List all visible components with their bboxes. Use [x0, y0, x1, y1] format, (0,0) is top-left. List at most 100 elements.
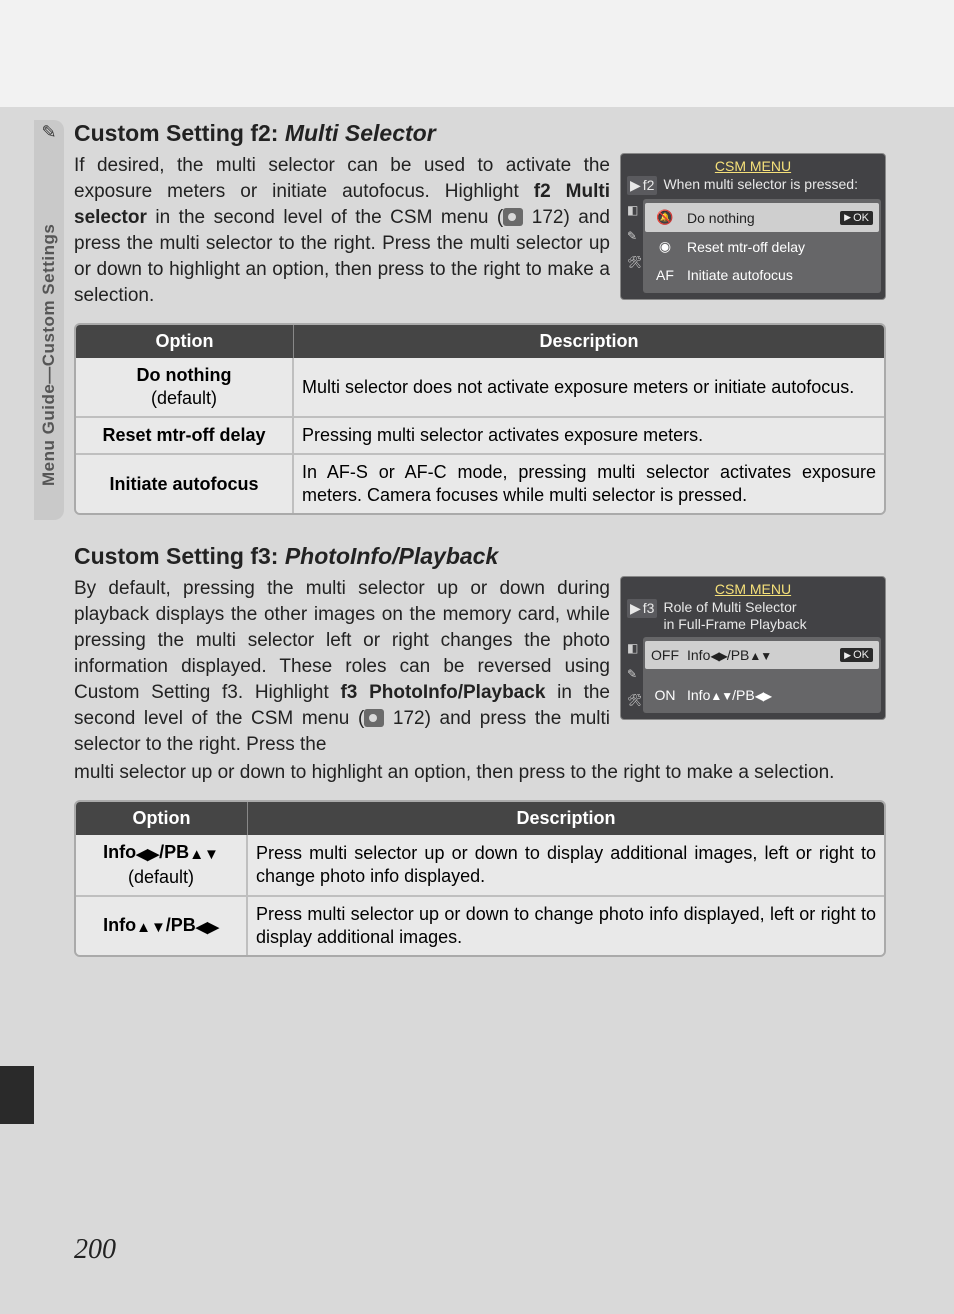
cell-description: Pressing multi selector activates exposu… [294, 416, 884, 453]
text: Role of Multi Selector [663, 599, 796, 615]
lcd-side-icons: ◧ ✎ 🛠 [627, 637, 643, 707]
lcd-row-reset: ◉ Reset mtr-off delay [645, 232, 879, 261]
lcd-tag: ▶f3 [627, 599, 657, 618]
lcd-row-code: ON [651, 687, 679, 703]
option-sub: (default) [84, 387, 284, 410]
lcd-subtitle: ▶f2 When multi selector is pressed: [625, 176, 881, 199]
table-row: Info◀▶/PB▲▼ (default) Press multi select… [76, 835, 884, 895]
lcd-row-label: Info◀▶/PB▲▼ [687, 647, 771, 663]
section-tab: ✎ Menu Guide—Custom Settings [34, 120, 64, 520]
arrows-icon: ◀▶ [196, 916, 219, 939]
option-main: Reset mtr-off delay [84, 424, 284, 447]
text: Info [103, 842, 136, 862]
lcd-row-label: Do nothing [687, 210, 755, 226]
lcd-row-do-nothing: 🔕 Do nothing OK [645, 203, 879, 232]
lcd-subtitle: ▶f3 Role of Multi Selector in Full-Frame… [625, 599, 881, 637]
lcd-subtitle-text: When multi selector is pressed: [663, 176, 858, 193]
table-row: Info▲▼/PB◀▶ Press multi selector up or d… [76, 895, 884, 955]
th-option: Option [76, 802, 248, 835]
lcd-preview-f3: CSM MENU ▶f3 Role of Multi Selector in F… [620, 576, 886, 720]
heading-f3-prefix: Custom Setting f3: [74, 543, 285, 569]
text-bold: f3 PhotoInfo/Playback [340, 682, 545, 703]
pencil-small-icon: ✎ [627, 667, 643, 681]
option-sub: (default) [84, 866, 238, 889]
cell-description: Press multi selector up or down to displ… [248, 835, 884, 895]
lcd-tag-code: f2 [643, 177, 655, 194]
th-option: Option [76, 325, 294, 358]
cell-description: Multi selector does not activate exposur… [294, 358, 884, 416]
text: in the second level of the CSM menu ( [147, 207, 503, 228]
text: /PB [166, 915, 196, 935]
text: Info [687, 647, 710, 663]
wrench-icon: 🛠 [627, 693, 643, 707]
lcd-title: CSM MENU [625, 158, 881, 174]
text: If desired, the multi selector can be us… [74, 155, 610, 202]
paragraph-f3-tail: multi selector up or down to highlight a… [74, 760, 886, 786]
cell-description: In AF-S or AF-C mode, pressing multi sel… [294, 453, 884, 513]
lcd-tag: ▶f2 [627, 176, 657, 195]
ok-badge: OK [840, 648, 873, 662]
lcd-row-off: OFF Info◀▶/PB▲▼ OK [645, 641, 879, 669]
lcd-row-label: Reset mtr-off delay [687, 239, 805, 255]
ok-badge: OK [840, 211, 873, 225]
lcd-row-on: ON Info▲▼/PB◀▶ [645, 681, 879, 709]
camera-icon: ◧ [627, 203, 643, 217]
heading-f2-italic: Multi Selector [285, 120, 436, 146]
option-main: Info◀▶/PB▲▼ [84, 841, 238, 866]
cell-description: Press multi selector up or down to chang… [248, 895, 884, 955]
option-main: Info▲▼/PB◀▶ [84, 914, 238, 939]
text: Info [687, 687, 710, 703]
text: Info [103, 915, 136, 935]
th-description: Description [248, 802, 884, 835]
arrows-icon: ▲▼ [136, 916, 166, 939]
wrench-icon: 🛠 [627, 255, 643, 269]
thumb-tab [0, 1066, 34, 1124]
text: in Full-Frame Playback [663, 616, 806, 632]
paragraph-f3: By default, pressing the multi selector … [74, 576, 610, 758]
cell-option: Reset mtr-off delay [76, 416, 294, 453]
lcd-row-code: AF [651, 267, 679, 283]
table-row: Reset mtr-off delay Pressing multi selec… [76, 416, 884, 453]
reference-icon [503, 208, 523, 226]
lcd-row-label: Initiate autofocus [687, 267, 793, 283]
heading-f3-italic: PhotoInfo/Playback [285, 543, 498, 569]
arrows-icon: ◀▶ [755, 689, 771, 703]
table-f2: Option Description Do nothing (default) … [74, 323, 886, 515]
top-margin [0, 0, 954, 107]
arrows-icon: ◀▶ [710, 649, 726, 663]
lcd-tag-code: f3 [643, 600, 655, 617]
text: /PB [732, 687, 755, 703]
heading-f3: Custom Setting f3: PhotoInfo/Playback [74, 543, 886, 570]
arrows-icon: ▲▼ [189, 843, 219, 866]
arrows-icon: ▲▼ [710, 689, 732, 703]
heading-f2: Custom Setting f2: Multi Selector [74, 120, 886, 147]
paragraph-f2: If desired, the multi selector can be us… [74, 153, 610, 309]
cell-option: Do nothing (default) [76, 358, 294, 416]
cell-option: Initiate autofocus [76, 453, 294, 513]
lcd-preview-f2: CSM MENU ▶f2 When multi selector is pres… [620, 153, 886, 300]
text: /PB [159, 842, 189, 862]
option-main: Do nothing [84, 364, 284, 387]
camera-icon: ◧ [627, 641, 643, 655]
page-number: 200 [74, 1234, 116, 1266]
table-f3: Option Description Info◀▶/PB▲▼ (default)… [74, 800, 886, 957]
cell-option: Info◀▶/PB▲▼ (default) [76, 835, 248, 895]
mute-icon: 🔕 [651, 209, 679, 226]
lcd-title: CSM MENU [625, 581, 881, 597]
lcd-side-icons: ◧ ✎ 🛠 [627, 199, 643, 269]
meter-icon: ◉ [651, 238, 679, 255]
lcd-row-label: Info▲▼/PB◀▶ [687, 687, 771, 703]
heading-f2-prefix: Custom Setting f2: [74, 120, 285, 146]
arrows-icon: ◀▶ [136, 843, 159, 866]
arrows-icon: ▲▼ [749, 649, 771, 663]
lcd-row-code: OFF [651, 647, 679, 663]
pencil-small-icon: ✎ [627, 229, 643, 243]
lcd-panel: 🔕 Do nothing OK ◉ Reset mtr-off delay AF… [643, 199, 881, 293]
section-tab-label: Menu Guide—Custom Settings [39, 156, 59, 486]
reference-icon [364, 709, 384, 727]
th-description: Description [294, 325, 884, 358]
lcd-subtitle-text: Role of Multi Selector in Full-Frame Pla… [663, 599, 806, 633]
pencil-icon: ✎ [35, 122, 63, 150]
lcd-panel: OFF Info◀▶/PB▲▼ OK ON Info▲▼/PB◀▶ [643, 637, 881, 713]
option-main: Initiate autofocus [84, 473, 284, 496]
